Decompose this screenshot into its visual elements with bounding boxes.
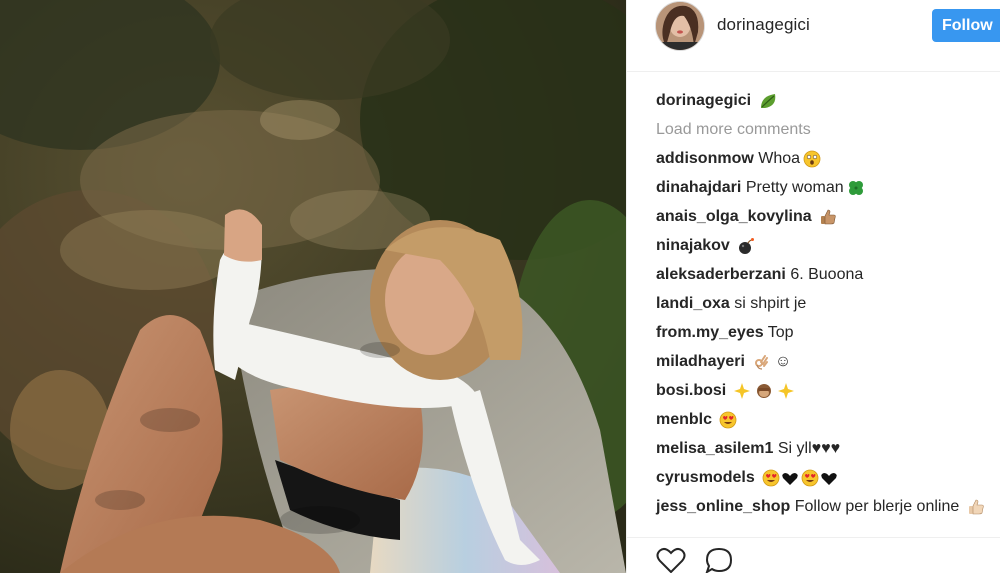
speech-bubble-icon[interactable] <box>705 547 733 573</box>
avatar-photo <box>656 2 704 50</box>
comment-text: ☺ <box>774 353 792 370</box>
comment: bosi.bosi <box>656 376 1000 405</box>
comment: dinahajdari Pretty woman <box>656 173 1000 202</box>
post-side-panel: dorinagegici Follow dorinagegici Load mo… <box>626 0 1000 573</box>
comment-username[interactable]: menblc <box>656 411 712 428</box>
comment-text: Si yll♥♥♥ <box>777 440 841 457</box>
author-username[interactable]: dorinagegici <box>717 15 810 35</box>
comment: melisa_asilem1 Si yll♥♥♥ <box>656 434 1000 463</box>
comment-username[interactable]: anais_olga_kovylina <box>656 208 812 225</box>
comment-username[interactable]: bosi.bosi <box>656 382 726 399</box>
comment: from.my_eyes Top <box>656 318 1000 347</box>
comment: cyrusmodels <box>656 463 1000 492</box>
instagram-post: dorinagegici Follow dorinagegici Load mo… <box>0 0 1000 573</box>
heart-outline-icon[interactable] <box>656 547 686 573</box>
heart-eyes-emoji <box>719 411 737 429</box>
thumbs-up-emoji <box>819 208 837 226</box>
avatar[interactable] <box>655 1 705 51</box>
comment-username[interactable]: cyrusmodels <box>656 469 755 486</box>
four-leaf-clover-emoji <box>847 179 865 197</box>
comment-text: Pretty woman <box>745 179 844 196</box>
comment-text: Top <box>767 324 794 341</box>
comment: menblc <box>656 405 1000 434</box>
comment-username[interactable]: dinahajdari <box>656 179 741 196</box>
comment-username[interactable]: landi_oxa <box>656 295 730 312</box>
comment-username[interactable]: jess_online_shop <box>656 498 790 515</box>
caption: dorinagegici <box>656 86 1000 115</box>
load-more-label[interactable]: Load more comments <box>656 121 811 138</box>
comments-list: dorinagegici Load more comments addisonm… <box>656 86 1000 521</box>
comment-text: Whoa <box>758 150 801 167</box>
comment-username[interactable]: from.my_eyes <box>656 324 764 341</box>
comment-text: si shpirt je <box>734 295 807 312</box>
comment: addisonmow Whoa <box>656 144 1000 173</box>
sparkles-monkey-sparkles-emoji <box>733 382 794 400</box>
comment: jess_online_shop Follow per blerje onlin… <box>656 492 1000 521</box>
photo-woman-sunbathing <box>0 0 626 573</box>
follow-button[interactable]: Follow <box>932 9 1000 42</box>
comment-text: Follow per blerje online <box>794 498 960 515</box>
heart-eyes-black-hearts-emoji <box>762 469 840 487</box>
comment-username[interactable]: melisa_asilem1 <box>656 440 773 457</box>
bomb-emoji <box>737 237 755 255</box>
comment-text: 6. Buoona <box>790 266 864 283</box>
comment-username[interactable]: addisonmow <box>656 150 754 167</box>
comment: anais_olga_kovylina <box>656 202 1000 231</box>
astonished-face-emoji <box>803 150 821 168</box>
comment-username[interactable]: miladhayeri <box>656 353 745 370</box>
post-photo[interactable] <box>0 0 626 573</box>
load-more-comments[interactable]: Load more comments <box>656 115 1000 144</box>
comment: aleksaderberzani 6. Buoona <box>656 260 1000 289</box>
ok-hand-emoji <box>752 353 770 371</box>
thumbs-up-emoji <box>967 498 985 516</box>
comment: ninajakov <box>656 231 1000 260</box>
comment: miladhayeri ☺ <box>656 347 1000 376</box>
post-header: dorinagegici Follow <box>627 0 1000 72</box>
comment: landi_oxa si shpirt je <box>656 289 1000 318</box>
caption-username[interactable]: dorinagegici <box>656 92 751 109</box>
leaf-emoji <box>759 92 779 110</box>
comment-username[interactable]: aleksaderberzani <box>656 266 786 283</box>
post-actions <box>627 537 1000 573</box>
comment-username[interactable]: ninajakov <box>656 237 730 254</box>
